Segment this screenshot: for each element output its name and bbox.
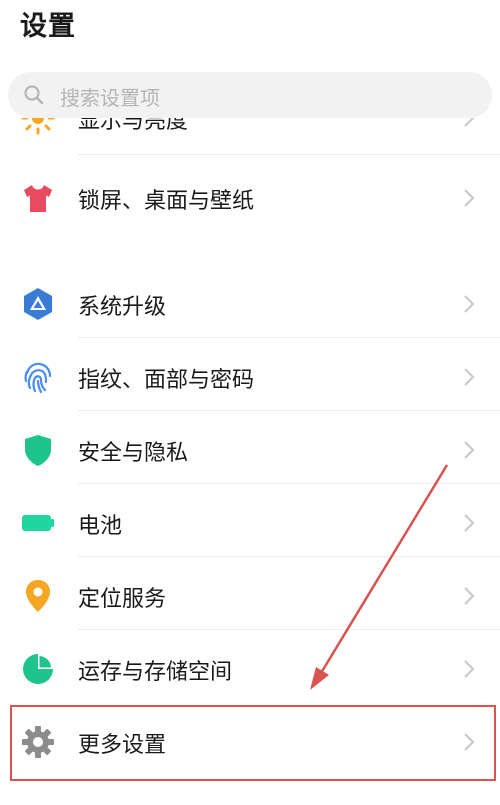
settings-item-label: 锁屏、桌面与壁纸 <box>78 189 255 214</box>
divider <box>78 483 500 484</box>
settings-item-label: 定位服务 <box>78 587 167 612</box>
search-input[interactable]: 搜索设置项 <box>8 72 492 118</box>
settings-item-system-update[interactable]: 系统升级 <box>0 268 500 340</box>
settings-item-label: 显示与亮度 <box>78 118 189 134</box>
shield-icon <box>25 435 51 466</box>
divider <box>78 337 500 338</box>
search-icon <box>24 85 44 105</box>
header: 设置 <box>0 0 500 58</box>
location-pin-icon <box>26 580 50 612</box>
divider <box>78 154 500 155</box>
chevron-right-icon <box>464 189 475 207</box>
chevron-right-icon <box>464 660 475 678</box>
settings-item-battery[interactable]: 电池 <box>0 487 500 559</box>
chevron-right-icon <box>464 587 475 605</box>
chevron-right-icon <box>464 514 475 532</box>
settings-item-location[interactable]: 定位服务 <box>0 560 500 632</box>
page-title: 设置 <box>20 11 76 42</box>
settings-item-security-privacy[interactable]: 安全与隐私 <box>0 414 500 486</box>
divider <box>78 629 500 630</box>
fingerprint-icon <box>24 362 52 394</box>
settings-item-label: 指纹、面部与密码 <box>78 368 255 393</box>
tshirt-icon <box>24 185 52 212</box>
search-placeholder: 搜索设置项 <box>60 86 160 110</box>
settings-item-label: 运存与存储空间 <box>78 660 233 685</box>
battery-icon <box>22 515 54 531</box>
settings-item-memory-storage[interactable]: 运存与存储空间 <box>0 633 500 705</box>
sun-icon <box>21 118 55 135</box>
divider <box>78 410 500 411</box>
settings-item-lockscreen-wallpaper[interactable]: 锁屏、桌面与壁纸 <box>0 162 500 234</box>
settings-item-fingerprint-face-password[interactable]: 指纹、面部与密码 <box>0 341 500 413</box>
settings-item-label: 系统升级 <box>78 295 167 320</box>
annotation-highlight-box <box>10 705 496 781</box>
chevron-right-icon <box>464 441 475 459</box>
system-update-icon <box>24 288 52 320</box>
chevron-right-icon <box>464 118 475 127</box>
divider <box>78 556 500 557</box>
chevron-right-icon <box>464 295 475 313</box>
settings-item-label: 电池 <box>78 514 123 539</box>
settings-item-label: 安全与隐私 <box>78 441 189 466</box>
settings-list[interactable]: 显示与亮度 锁屏、桌面与壁纸 系统升级 指纹、面部与密码 安全与隐私 电池 定位… <box>0 118 500 805</box>
chevron-right-icon <box>464 368 475 386</box>
settings-item-display-brightness[interactable]: 显示与亮度 <box>0 118 500 154</box>
pie-chart-icon <box>23 654 53 684</box>
